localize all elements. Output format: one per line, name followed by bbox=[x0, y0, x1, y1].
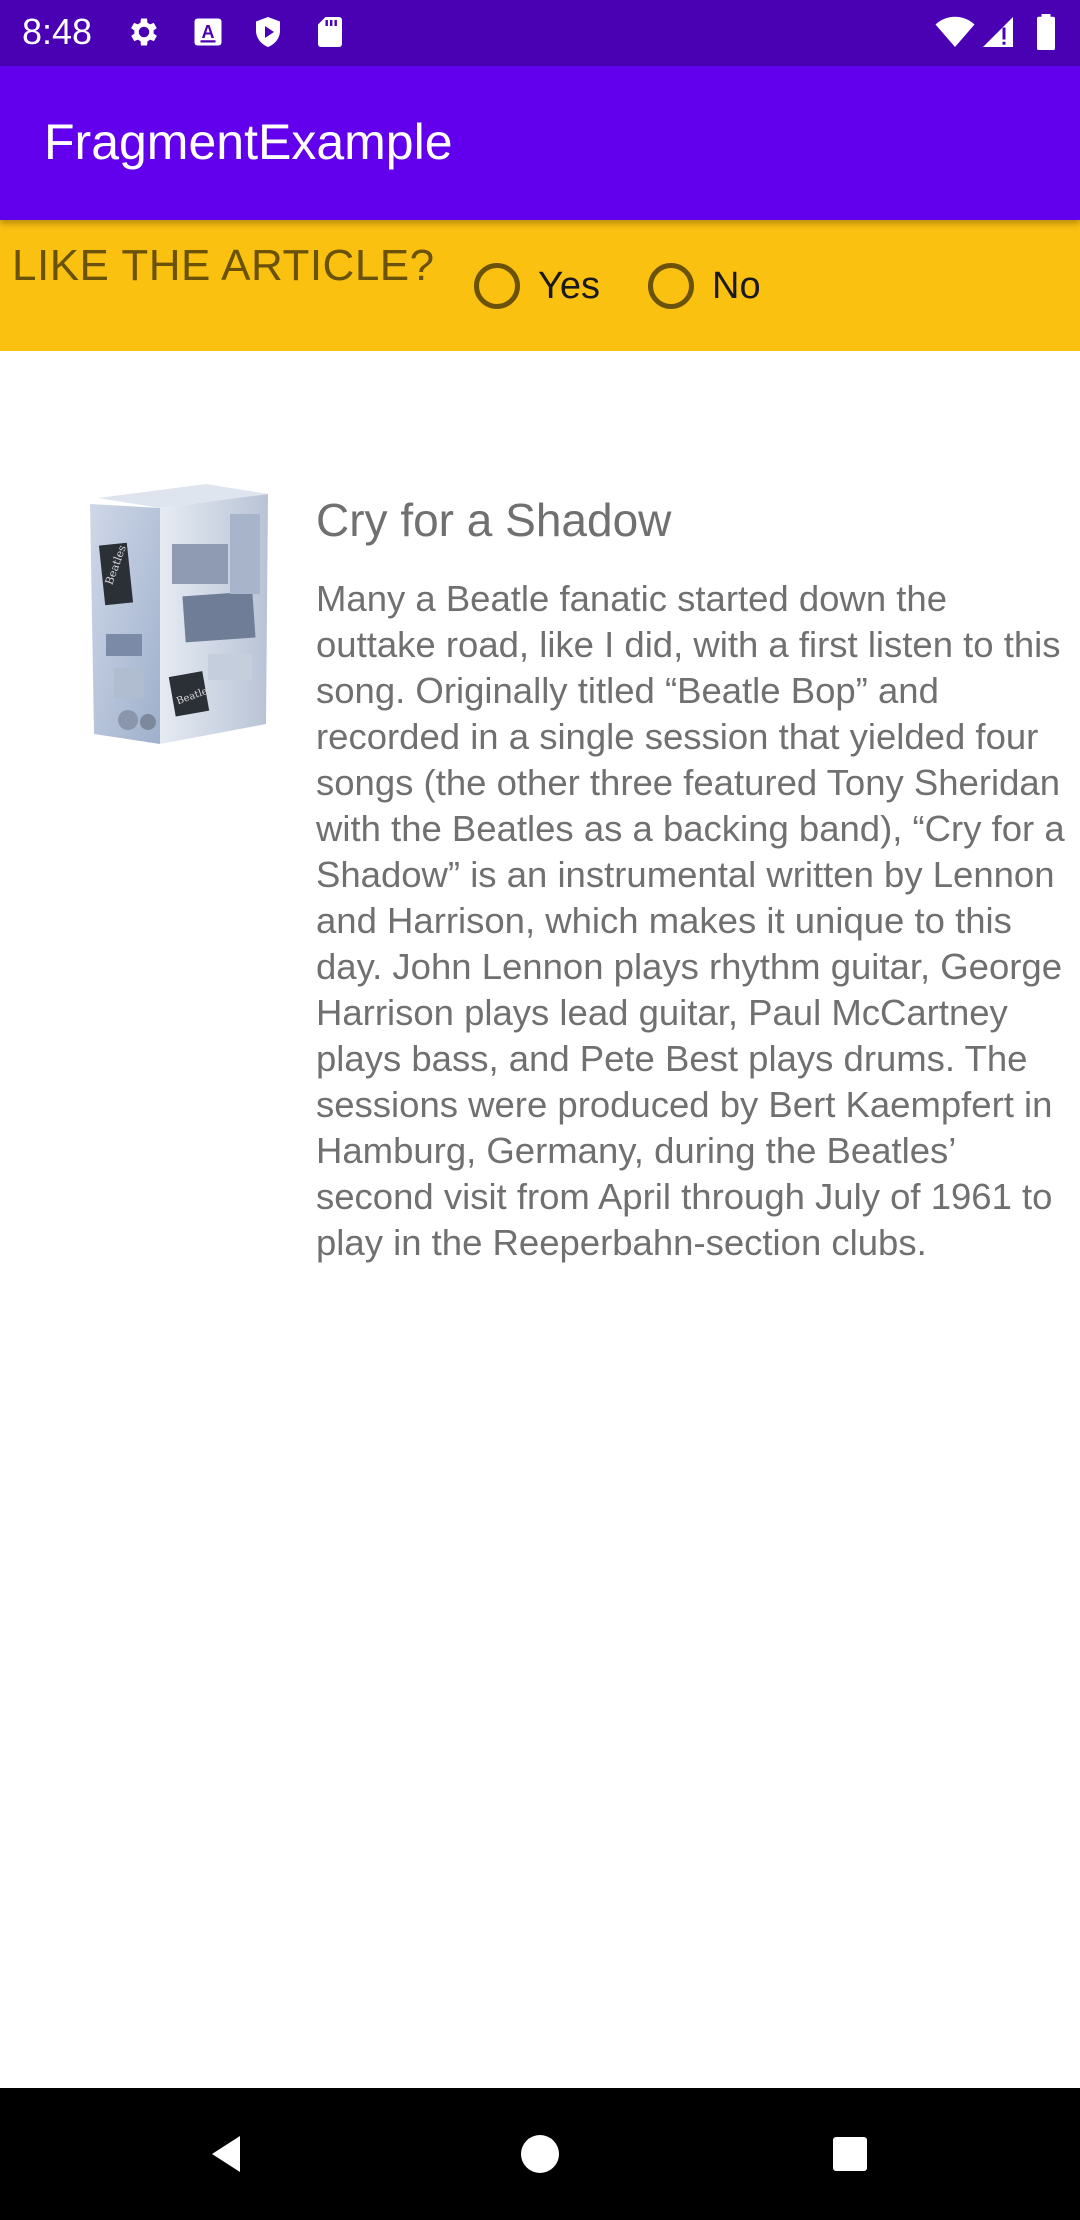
back-icon[interactable] bbox=[192, 2118, 264, 2190]
a-box-icon: A bbox=[190, 14, 226, 50]
recents-icon[interactable] bbox=[814, 2118, 886, 2190]
play-shield-icon bbox=[250, 14, 286, 50]
article-title: Cry for a Shadow bbox=[316, 494, 672, 546]
app-title: FragmentExample bbox=[44, 114, 453, 170]
radio-no[interactable]: No bbox=[648, 256, 761, 316]
wifi-icon bbox=[934, 14, 976, 50]
status-time: 8:48 bbox=[22, 11, 93, 52]
sd-card-icon bbox=[312, 14, 348, 50]
question-label: LIKE THE ARTICLE? bbox=[12, 241, 435, 290]
signal-icon bbox=[980, 14, 1016, 50]
radio-yes-circle[interactable] bbox=[474, 263, 520, 309]
radio-yes[interactable]: Yes bbox=[474, 256, 600, 316]
radio-no-circle[interactable] bbox=[648, 263, 694, 309]
status-bar: 8:48 A bbox=[0, 0, 1080, 66]
screen: 8:48 A FragmentExample LIKE THE ARTICLE? bbox=[0, 0, 1080, 2220]
album-box-set-image: Beatles Beatles bbox=[88, 484, 272, 744]
svg-text:A: A bbox=[202, 22, 215, 42]
gear-icon bbox=[126, 14, 162, 50]
radio-no-label: No bbox=[712, 264, 761, 307]
home-icon[interactable] bbox=[504, 2118, 576, 2190]
app-bar: FragmentExample bbox=[0, 66, 1080, 220]
radio-yes-label: Yes bbox=[538, 264, 600, 307]
article-body: Many a Beatle fanatic started down the o… bbox=[316, 578, 1065, 1263]
navigation-bar bbox=[0, 2088, 1080, 2220]
battery-icon bbox=[1034, 14, 1058, 50]
